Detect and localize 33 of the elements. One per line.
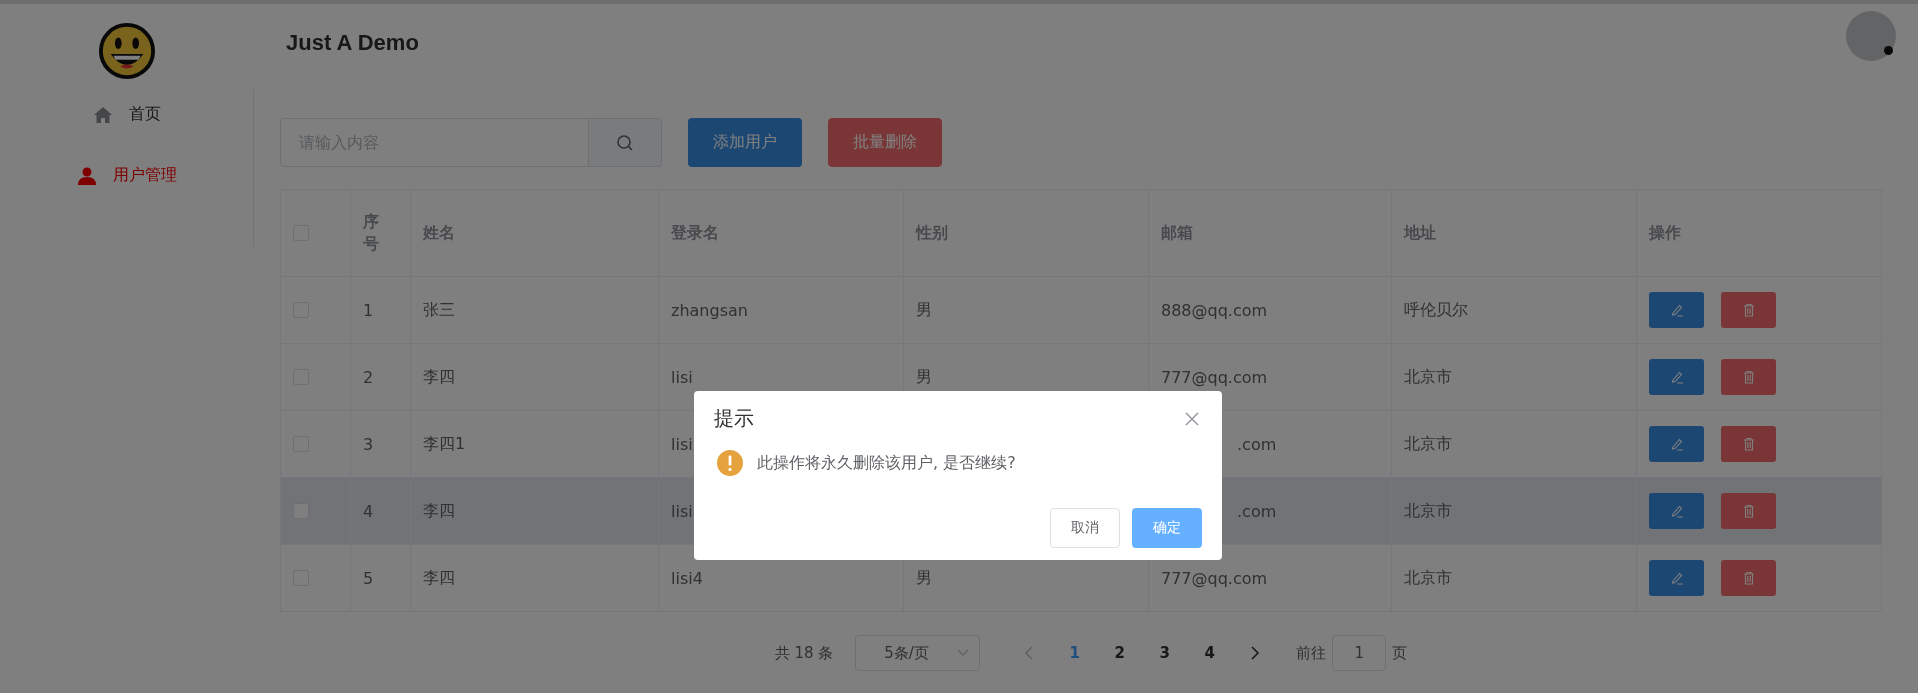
page-suffix: 页 (1392, 643, 1408, 663)
table-cell: 李四 (423, 500, 455, 522)
table-cell: 3 (363, 434, 374, 454)
table-cell: 北京市 (1404, 500, 1452, 522)
table-cell: 北京市 (1404, 433, 1452, 455)
table-cell: 男 (916, 299, 932, 321)
table-cell: 4 (363, 501, 374, 521)
table-cell: 888@qq.com (1161, 300, 1268, 320)
table-cell: .com (1237, 501, 1277, 521)
goto-label: 前往 (1296, 643, 1327, 663)
table-cell: zhangsan (671, 300, 748, 320)
table-cell: 张三 (423, 299, 455, 321)
table-cell: 777@qq.com (1161, 367, 1268, 387)
table-cell: lisi (671, 434, 693, 454)
table-cell: 男 (916, 366, 932, 388)
table-cell: 1 (363, 300, 374, 320)
table-cell: 李四1 (423, 433, 466, 455)
table-cell: 男 (916, 567, 932, 589)
table-cell: .com (1237, 434, 1277, 454)
table-cell: 777@qq.com (1161, 568, 1268, 588)
dialog-message: 此操作将永久删除该用户, 是否继续? (757, 452, 1016, 474)
table-cell: lisi (671, 367, 693, 387)
table-cell: 5 (363, 568, 374, 588)
total-count: 共 18 条 (774, 643, 834, 663)
table-cell: 呼伦贝尔 (1404, 299, 1468, 321)
table-cell: lisi (671, 501, 693, 521)
table-cell: 李四 (423, 366, 455, 388)
table-cell: 北京市 (1404, 567, 1452, 589)
app-title: Just A Demo (286, 30, 419, 56)
table-cell: lisi4 (671, 568, 703, 588)
table-cell: 北京市 (1404, 366, 1452, 388)
table-cell: 李四 (423, 567, 455, 589)
table-cell: 2 (363, 367, 374, 387)
